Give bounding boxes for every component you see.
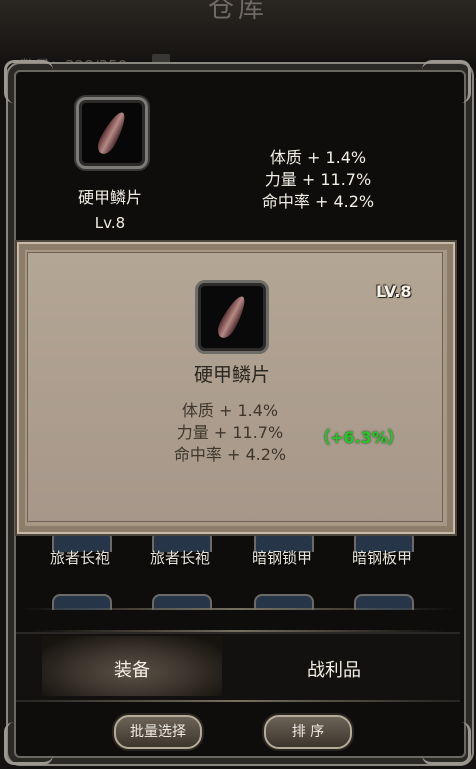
equipped-item-stats: 体质 + 1.4% 力量 + 11.7% 命中率 + 4.2% bbox=[248, 147, 388, 213]
stat-bonus-badge: （+6.3%） bbox=[314, 428, 404, 447]
detail-item-slot bbox=[195, 280, 269, 354]
page-title: 仓库 bbox=[207, 0, 268, 24]
grid-item-label: 暗钢板甲 bbox=[351, 549, 412, 567]
stat-line: 力量 + 11.7% bbox=[264, 170, 372, 189]
grid-item-label: 旅者长袍 bbox=[49, 549, 110, 567]
detail-item-level: LV.8 bbox=[376, 282, 412, 301]
stat-line: 力量 + 11.7% bbox=[176, 423, 284, 442]
tab-divider bbox=[30, 700, 446, 702]
grid-divider bbox=[20, 608, 456, 610]
scale-icon bbox=[94, 108, 130, 158]
equipped-item-level: Lv.8 bbox=[94, 214, 126, 232]
frame-corner-ornament bbox=[422, 60, 471, 103]
frame-corner-ornament bbox=[422, 722, 471, 765]
equipped-item-slot[interactable] bbox=[76, 97, 148, 169]
grid-item-label: 暗钢锁甲 bbox=[251, 549, 312, 567]
frame-corner-ornament bbox=[4, 60, 53, 103]
detail-item-stats: 体质 + 1.4% 力量 + 11.7% 命中率 + 4.2% bbox=[150, 400, 310, 466]
equipped-item-name: 硬甲鳞片 bbox=[77, 188, 142, 207]
grid-item-label: 旅者长袍 bbox=[149, 549, 210, 567]
tab-loot[interactable]: 战利品 bbox=[244, 636, 424, 696]
frame-corner-ornament bbox=[4, 722, 53, 765]
stat-line: 体质 + 1.4% bbox=[269, 148, 367, 167]
tab-equipment-label: 装备 bbox=[114, 660, 150, 681]
detail-item-name: 硬甲鳞片 bbox=[193, 364, 270, 386]
tab-equipment[interactable]: 装备 bbox=[42, 636, 222, 696]
stat-line: 命中率 + 4.2% bbox=[173, 445, 287, 464]
stat-line: 命中率 + 4.2% bbox=[261, 192, 375, 211]
scale-icon bbox=[214, 292, 250, 342]
stat-line: 体质 + 1.4% bbox=[181, 401, 279, 420]
sort-button[interactable]: 排 序 bbox=[264, 715, 352, 749]
batch-select-button[interactable]: 批量选择 bbox=[114, 715, 202, 749]
tab-loot-label: 战利品 bbox=[307, 660, 361, 681]
